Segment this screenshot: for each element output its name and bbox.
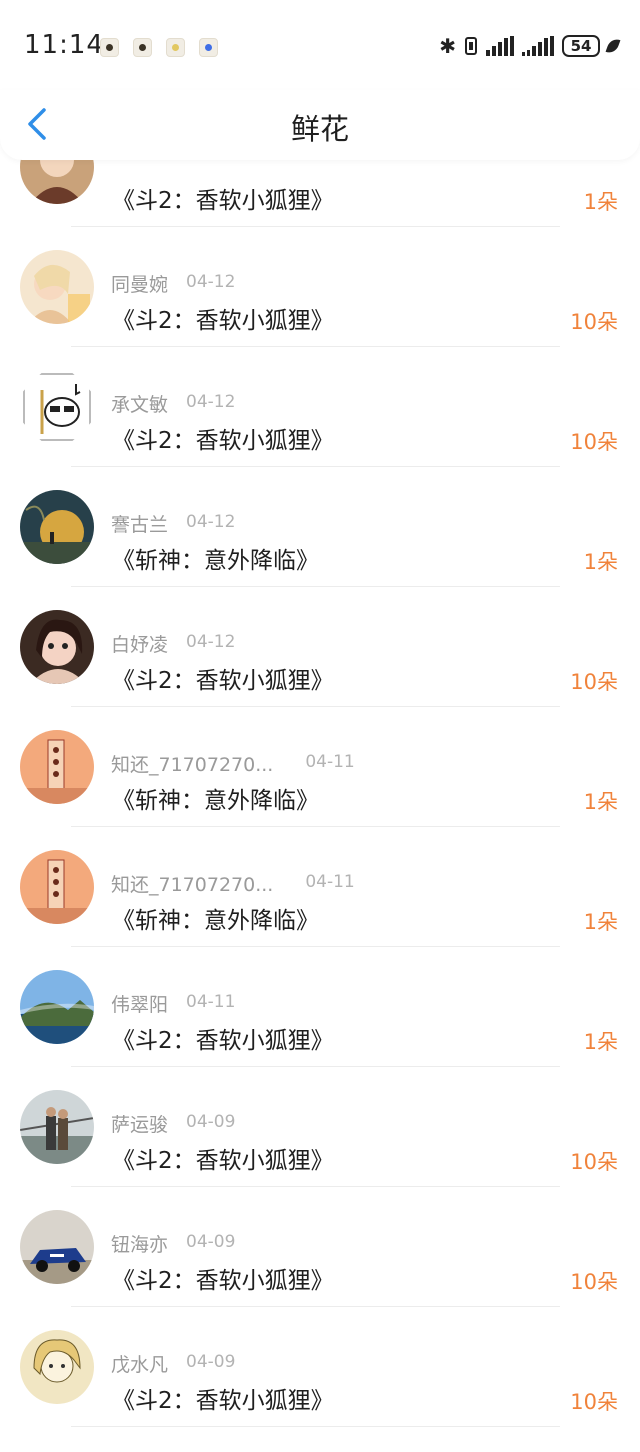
flower-list-item[interactable]: 謇古兰 04-12 《斩神：意外降临》 1朵 xyxy=(0,467,640,587)
username[interactable]: 承文敏 xyxy=(111,390,168,417)
avatar[interactable] xyxy=(20,370,94,444)
flower-list-item[interactable]: 戊水凡 04-09 《斗2：香软小狐狸》 10朵 xyxy=(0,1307,640,1427)
username[interactable]: 萨运骏 xyxy=(111,1110,168,1137)
avatar[interactable] xyxy=(20,850,94,924)
vibrate-icon xyxy=(465,37,477,55)
nav-bar: 鲜花 xyxy=(0,90,640,160)
flower-list-item[interactable]: 同曼婉 04-12 《斗2：香软小狐狸》 10朵 xyxy=(0,227,640,347)
username[interactable]: 同曼婉 xyxy=(111,270,168,297)
book-title: 《斩神：意外降临》 xyxy=(112,908,319,934)
bluetooth-icon: ✱ xyxy=(439,34,456,58)
flower-count: 1朵 xyxy=(583,550,618,574)
flower-list-item[interactable]: 钮海亦 04-09 《斗2：香软小狐狸》 10朵 xyxy=(0,1187,640,1307)
username[interactable]: 知还_71707270... xyxy=(111,750,273,777)
username[interactable]: 伟翠阳 xyxy=(111,990,168,1017)
username[interactable]: 白妤凌 xyxy=(111,630,168,657)
avatar[interactable] xyxy=(20,1330,94,1404)
flower-count: 10朵 xyxy=(570,1150,618,1174)
book-title: 《斗2：香软小狐狸》 xyxy=(112,188,334,214)
flower-count: 10朵 xyxy=(570,310,618,334)
flower-list-item[interactable]: 知还_71707270... 04-11 《斩神：意外降临》 1朵 xyxy=(0,827,640,947)
app-notification-icon xyxy=(199,38,218,57)
page-title: 鲜花 xyxy=(290,112,349,146)
signal-icon xyxy=(522,36,554,56)
flower-count: 10朵 xyxy=(570,430,618,454)
flower-list-item[interactable]: 伟翠阳 04-11 《斗2：香软小狐狸》 1朵 xyxy=(0,947,640,1067)
book-title: 《斩神：意外降临》 xyxy=(112,548,319,574)
username[interactable]: 知还_71707270... xyxy=(111,870,273,897)
book-title: 《斗2：香软小狐狸》 xyxy=(112,1388,334,1414)
notification-icons xyxy=(100,38,218,57)
gift-date: 04-12 xyxy=(186,512,236,532)
flower-list-item[interactable]: 知还_71707270... 04-11 《斩神：意外降临》 1朵 xyxy=(0,707,640,827)
avatar[interactable] xyxy=(20,970,94,1044)
signal-icon xyxy=(486,36,514,56)
status-bar: 11:14 ✱ 54 xyxy=(0,0,640,90)
flower-count: 10朵 xyxy=(570,1270,618,1294)
book-title: 《斗2：香软小狐狸》 xyxy=(112,428,334,454)
gift-date: 04-11 xyxy=(186,992,236,1012)
gift-date: 04-12 xyxy=(186,632,236,652)
avatar[interactable] xyxy=(20,1210,94,1284)
avatar[interactable] xyxy=(20,730,94,804)
flower-count: 1朵 xyxy=(583,790,618,814)
gift-date: 04-09 xyxy=(186,1232,236,1252)
app-notification-icon xyxy=(133,38,152,57)
flower-list-item[interactable]: 承文敏 04-12 《斗2：香软小狐狸》 10朵 xyxy=(0,347,640,467)
avatar[interactable] xyxy=(20,610,94,684)
status-time: 11:14 xyxy=(24,30,104,60)
gift-date: 04-11 xyxy=(305,872,355,892)
avatar[interactable] xyxy=(20,250,94,324)
gift-date: 04-12 xyxy=(186,272,236,292)
app-notification-icon xyxy=(100,38,119,57)
battery-icon: 54 xyxy=(562,35,600,57)
avatar[interactable] xyxy=(20,1090,94,1164)
book-title: 《斗2：香软小狐狸》 xyxy=(112,668,334,694)
flower-list-item[interactable]: 萨运骏 04-09 《斗2：香软小狐狸》 10朵 xyxy=(0,1067,640,1187)
flower-count: 1朵 xyxy=(583,190,618,214)
flower-count: 1朵 xyxy=(583,1030,618,1054)
book-title: 《斗2：香软小狐狸》 xyxy=(112,1148,334,1174)
flower-gift-list: 《斗2：香软小狐狸》 1朵 同曼婉 04-12 《斗2：香软小狐狸》 10朵 承文敏 04-1… xyxy=(0,107,640,1427)
book-title: 《斗2：香软小狐狸》 xyxy=(112,1268,334,1294)
flower-list-item[interactable]: 白妤凌 04-12 《斗2：香软小狐狸》 10朵 xyxy=(0,587,640,707)
leaf-icon xyxy=(605,36,621,56)
book-title: 《斗2：香软小狐狸》 xyxy=(112,308,334,334)
flower-count: 1朵 xyxy=(583,910,618,934)
username[interactable]: 钮海亦 xyxy=(111,1230,168,1257)
gift-date: 04-09 xyxy=(186,1352,236,1372)
status-icons: ✱ 54 xyxy=(439,34,621,58)
app-notification-icon xyxy=(166,38,185,57)
book-title: 《斩神：意外降临》 xyxy=(112,788,319,814)
book-title: 《斗2：香软小狐狸》 xyxy=(112,1028,334,1054)
row-divider xyxy=(71,1426,560,1427)
username[interactable]: 謇古兰 xyxy=(111,510,168,537)
flower-count: 10朵 xyxy=(570,670,618,694)
gift-date: 04-12 xyxy=(186,392,236,412)
avatar[interactable] xyxy=(20,490,94,564)
username[interactable]: 戊水凡 xyxy=(111,1350,168,1377)
gift-date: 04-09 xyxy=(186,1112,236,1132)
flower-count: 10朵 xyxy=(570,1390,618,1414)
gift-date: 04-11 xyxy=(305,752,355,772)
